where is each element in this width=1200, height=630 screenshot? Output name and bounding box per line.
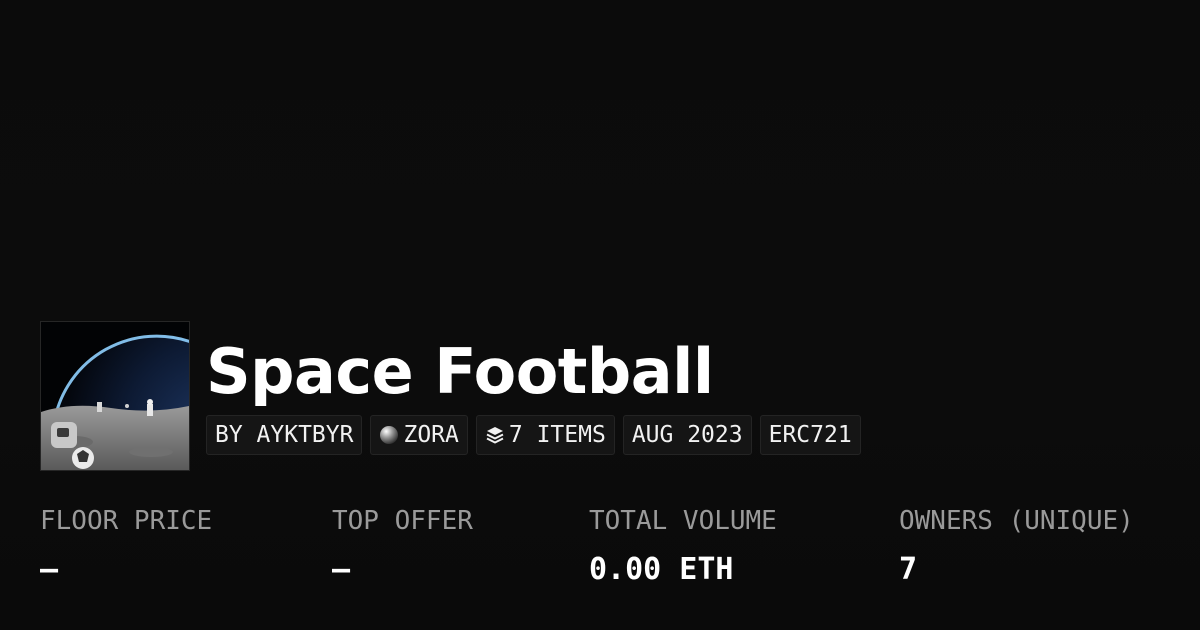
- stat-value: –: [40, 552, 59, 587]
- items-tag-label: 7 ITEMS: [508, 422, 606, 448]
- collection-tags: BY AYKTBYR ZORA 7 ITEMS AUG 2023 ERC721: [206, 415, 861, 455]
- date-tag[interactable]: AUG 2023: [622, 415, 752, 455]
- creator-tag[interactable]: BY AYKTBYR: [206, 415, 363, 455]
- stat-value: 7: [899, 552, 918, 587]
- network-tag[interactable]: ZORA: [370, 415, 468, 455]
- collection-card: Space Football BY AYKTBYR ZORA 7 ITEMS A…: [0, 0, 1200, 630]
- stat-top-offer: TOP OFFER –: [332, 500, 473, 598]
- collection-thumbnail[interactable]: [40, 321, 190, 471]
- network-tag-label: ZORA: [403, 422, 459, 448]
- space-football-artwork-icon: [41, 322, 189, 470]
- stat-value: –: [332, 552, 351, 587]
- stat-label: OWNERS (UNIQUE): [899, 506, 1134, 536]
- date-tag-label: AUG 2023: [631, 422, 743, 448]
- collection-title: Space Football: [206, 335, 714, 408]
- stat-total-volume: TOTAL VOLUME 0.00 ETH: [589, 500, 777, 598]
- items-tag[interactable]: 7 ITEMS: [475, 415, 615, 455]
- stat-owners: OWNERS (UNIQUE) 7: [899, 500, 1134, 598]
- stat-floor-price: FLOOR PRICE –: [40, 500, 212, 598]
- standard-tag-label: ERC721: [768, 422, 852, 448]
- stat-label: TOTAL VOLUME: [589, 506, 777, 536]
- stat-value: 0.00 ETH: [589, 552, 734, 587]
- layers-icon: [485, 425, 505, 445]
- collection-stats: FLOOR PRICE – TOP OFFER – TOTAL VOLUME 0…: [0, 500, 1200, 610]
- stat-label: FLOOR PRICE: [40, 506, 213, 536]
- creator-tag-label: BY AYKTBYR: [215, 422, 354, 448]
- standard-tag[interactable]: ERC721: [759, 415, 861, 455]
- stat-label: TOP OFFER: [332, 506, 473, 536]
- zora-orb-icon: [379, 425, 399, 445]
